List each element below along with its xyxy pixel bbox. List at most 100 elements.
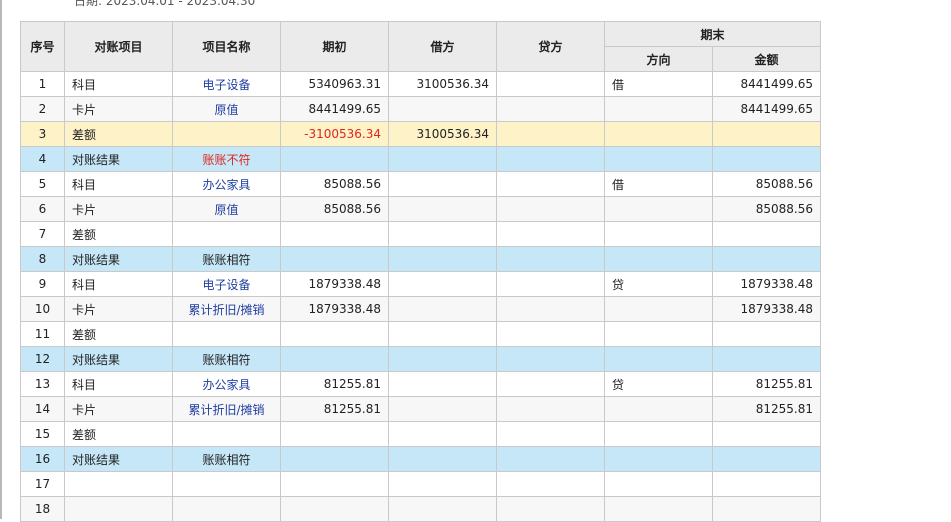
cell-seq: 14 <box>20 396 65 422</box>
cell-credit <box>496 196 605 222</box>
cell-credit <box>496 221 605 247</box>
table-row[interactable]: 18 <box>20 496 821 522</box>
cell-name[interactable]: 办公家具 <box>172 371 281 397</box>
cell-item <box>64 496 173 522</box>
cell-item: 科目 <box>64 371 173 397</box>
cell-direction <box>604 346 713 372</box>
cell-opening <box>280 346 389 372</box>
header-opening: 期初 <box>280 21 389 72</box>
cell-seq: 18 <box>20 496 65 522</box>
cell-name[interactable]: 累计折旧/摊销 <box>172 296 281 322</box>
table-row[interactable]: 7 差额 <box>20 221 821 247</box>
cell-amount <box>712 321 821 347</box>
cell-amount <box>712 121 821 147</box>
cell-opening: 85088.56 <box>280 171 389 197</box>
cell-seq: 5 <box>20 171 65 197</box>
reconciliation-table: 序号 对账项目 项目名称 期初 借方 贷方 期末 方向 金额 1 科目 电子设备 53… <box>20 21 821 522</box>
cell-amount <box>712 496 821 522</box>
cell-direction <box>604 296 713 322</box>
table-row[interactable]: 12 对账结果 账账相符 <box>20 346 821 372</box>
cell-amount <box>712 421 821 447</box>
table-row[interactable]: 1 科目 电子设备 5340963.31 3100536.34 借 8441499.65 <box>20 71 821 97</box>
table-row[interactable]: 9 科目 电子设备 1879338.48 贷 1879338.48 <box>20 271 821 297</box>
cell-item: 对账结果 <box>64 246 173 272</box>
cell-amount: 1879338.48 <box>712 271 821 297</box>
cell-credit <box>496 371 605 397</box>
table-row[interactable]: 6 卡片 原值 85088.56 85088.56 <box>20 196 821 222</box>
table-body: 1 科目 电子设备 5340963.31 3100536.34 借 8441499.65 2 卡… <box>20 71 821 522</box>
cell-item: 差额 <box>64 221 173 247</box>
cell-credit <box>496 71 605 97</box>
cell-credit <box>496 446 605 472</box>
cell-direction <box>604 321 713 347</box>
table-row[interactable]: 10 卡片 累计折旧/摊销 1879338.48 1879338.48 <box>20 296 821 322</box>
cell-debit <box>388 196 497 222</box>
window-left-border <box>0 0 2 519</box>
cell-opening <box>280 421 389 447</box>
cell-seq: 6 <box>20 196 65 222</box>
cell-name <box>172 496 281 522</box>
cell-name: 账账不符 <box>172 146 281 172</box>
cell-name <box>172 421 281 447</box>
cell-direction <box>604 246 713 272</box>
cell-seq: 4 <box>20 146 65 172</box>
cell-direction <box>604 121 713 147</box>
cell-debit <box>388 421 497 447</box>
cell-credit <box>496 396 605 422</box>
cell-name[interactable]: 原值 <box>172 96 281 122</box>
table-row[interactable]: 13 科目 办公家具 81255.81 贷 81255.81 <box>20 371 821 397</box>
header-item: 对账项目 <box>64 21 173 72</box>
cell-opening: 81255.81 <box>280 371 389 397</box>
date-range-label: 日期: 2023.04.01 - 2023.04.30 <box>74 0 256 8</box>
table-row[interactable]: 4 对账结果 账账不符 <box>20 146 821 172</box>
cell-direction: 贷 <box>604 271 713 297</box>
cell-credit <box>496 146 605 172</box>
cell-name[interactable]: 电子设备 <box>172 71 281 97</box>
cell-debit <box>388 471 497 497</box>
cell-name: 账账相符 <box>172 446 281 472</box>
table-row[interactable]: 15 差额 <box>20 421 821 447</box>
header-ending: 期末 <box>604 21 821 47</box>
cell-name[interactable]: 原值 <box>172 196 281 222</box>
table-row[interactable]: 8 对账结果 账账相符 <box>20 246 821 272</box>
cell-opening <box>280 246 389 272</box>
cell-opening <box>280 146 389 172</box>
cell-credit <box>496 346 605 372</box>
table-row[interactable]: 17 <box>20 471 821 497</box>
cell-name[interactable]: 电子设备 <box>172 271 281 297</box>
cell-opening <box>280 471 389 497</box>
cell-direction <box>604 221 713 247</box>
table-row[interactable]: 5 科目 办公家具 85088.56 借 85088.56 <box>20 171 821 197</box>
cell-opening <box>280 221 389 247</box>
cell-direction <box>604 421 713 447</box>
cell-direction: 借 <box>604 71 713 97</box>
cell-credit <box>496 321 605 347</box>
table-row[interactable]: 14 卡片 累计折旧/摊销 81255.81 81255.81 <box>20 396 821 422</box>
cell-name[interactable]: 办公家具 <box>172 171 281 197</box>
cell-item: 卡片 <box>64 296 173 322</box>
table-row[interactable]: 11 差额 <box>20 321 821 347</box>
cell-amount: 1879338.48 <box>712 296 821 322</box>
cell-amount: 85088.56 <box>712 196 821 222</box>
cell-name <box>172 221 281 247</box>
cell-item <box>64 471 173 497</box>
table-row[interactable]: 3 差额 -3100536.34 3100536.34 <box>20 121 821 147</box>
table-row[interactable]: 2 卡片 原值 8441499.65 8441499.65 <box>20 96 821 122</box>
cell-opening <box>280 446 389 472</box>
cell-opening: 85088.56 <box>280 196 389 222</box>
cell-item: 差额 <box>64 421 173 447</box>
cell-debit <box>388 296 497 322</box>
cell-debit <box>388 221 497 247</box>
cell-debit <box>388 446 497 472</box>
cell-item: 卡片 <box>64 96 173 122</box>
cell-seq: 17 <box>20 471 65 497</box>
cell-name[interactable]: 累计折旧/摊销 <box>172 396 281 422</box>
cell-credit <box>496 296 605 322</box>
header-name: 项目名称 <box>172 21 281 72</box>
table-row[interactable]: 16 对账结果 账账相符 <box>20 446 821 472</box>
cell-seq: 16 <box>20 446 65 472</box>
cell-item: 差额 <box>64 121 173 147</box>
cell-debit <box>388 271 497 297</box>
cell-name <box>172 321 281 347</box>
header-amount: 金额 <box>712 46 821 72</box>
